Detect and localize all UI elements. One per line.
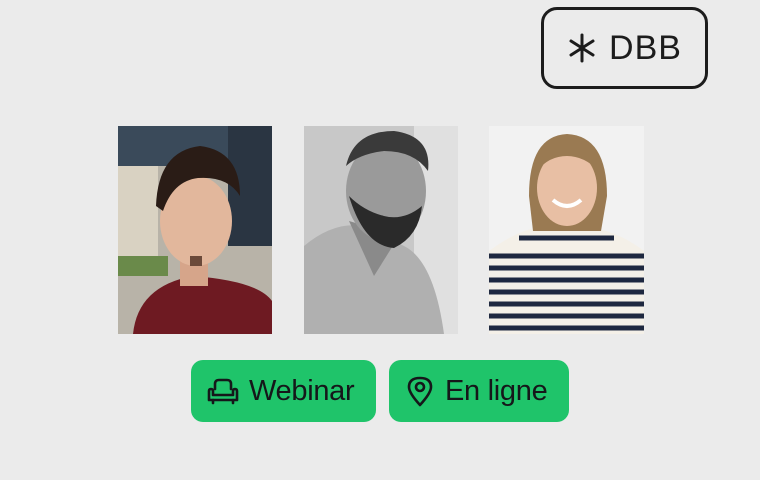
speaker-photo-2 xyxy=(304,126,458,334)
speaker-photo-1 xyxy=(118,126,272,334)
location-label: En ligne xyxy=(445,374,548,407)
webinar-label: Webinar xyxy=(249,374,355,407)
location-tag[interactable]: En ligne xyxy=(389,360,569,422)
speaker-photo-3 xyxy=(489,126,644,334)
webinar-tag[interactable]: Webinar xyxy=(191,360,376,422)
armchair-icon xyxy=(207,376,239,406)
brand-logo: DBB xyxy=(541,7,708,89)
brand-name: DBB xyxy=(609,28,682,67)
asterisk-icon xyxy=(567,33,597,63)
map-pin-icon xyxy=(405,375,435,407)
